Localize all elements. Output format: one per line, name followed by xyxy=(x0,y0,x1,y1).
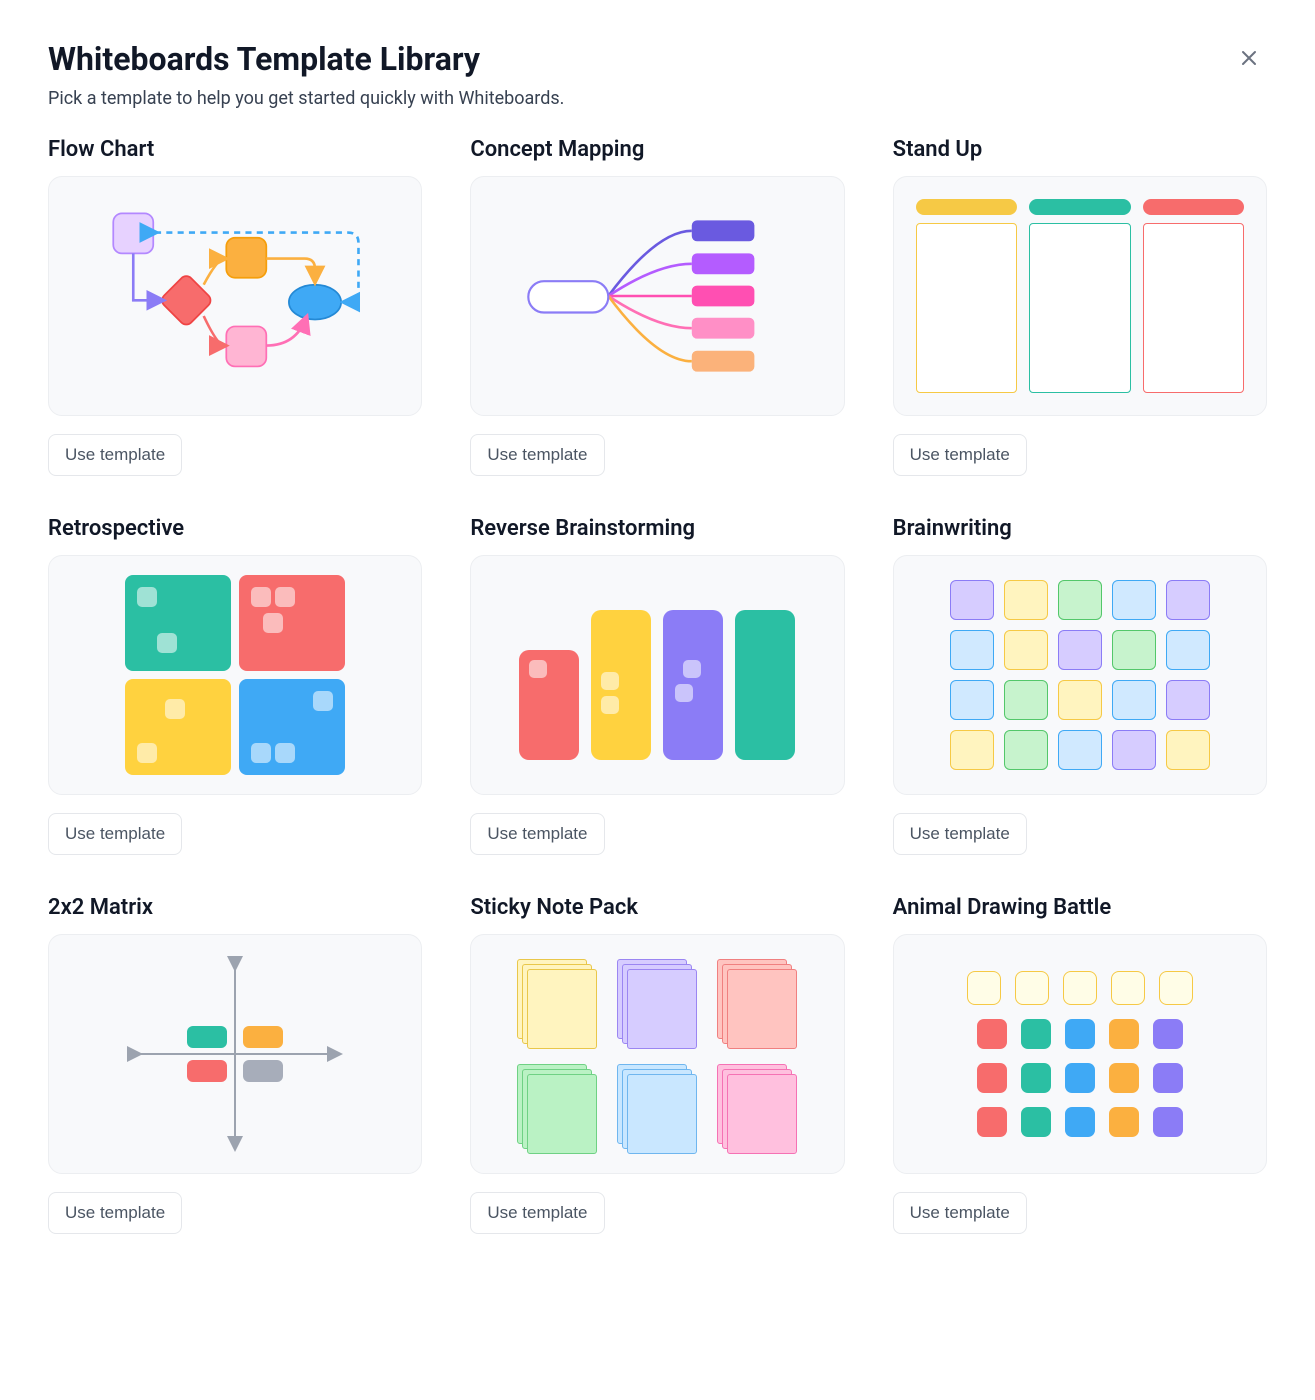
use-template-button[interactable]: Use template xyxy=(893,434,1027,476)
use-template-button[interactable]: Use template xyxy=(48,434,182,476)
concept-mapping-icon xyxy=(507,196,807,396)
template-card-concept-mapping: Concept Mapping Use template xyxy=(470,137,844,476)
template-card-stand-up: Stand Up Use template xyxy=(893,137,1267,476)
template-title: Reverse Brainstorming xyxy=(470,516,844,541)
template-title: Retrospective xyxy=(48,516,422,541)
reverse-brainstorming-icon xyxy=(519,590,795,760)
modal-title: Whiteboards Template Library xyxy=(48,40,564,78)
use-template-button[interactable]: Use template xyxy=(48,813,182,855)
template-preview xyxy=(470,176,844,416)
template-title: Brainwriting xyxy=(893,516,1267,541)
template-library-modal: Whiteboards Template Library Pick a temp… xyxy=(0,0,1315,1274)
use-template-button[interactable]: Use template xyxy=(893,813,1027,855)
template-title: Sticky Note Pack xyxy=(470,895,844,920)
template-preview xyxy=(470,555,844,795)
template-card-reverse-brainstorming: Reverse Brainstorming Use template xyxy=(470,516,844,855)
template-card-sticky-note-pack: Sticky Note Pack Use template xyxy=(470,895,844,1234)
flow-chart-icon xyxy=(85,196,385,396)
template-preview xyxy=(48,176,422,416)
template-title: Stand Up xyxy=(893,137,1267,162)
use-template-button[interactable]: Use template xyxy=(893,1192,1027,1234)
template-preview xyxy=(470,934,844,1174)
template-title: Animal Drawing Battle xyxy=(893,895,1267,920)
template-preview xyxy=(48,934,422,1174)
use-template-button[interactable]: Use template xyxy=(48,1192,182,1234)
template-preview xyxy=(893,176,1267,416)
template-title: 2x2 Matrix xyxy=(48,895,422,920)
template-title: Concept Mapping xyxy=(470,137,844,162)
template-card-retrospective: Retrospective Use template xyxy=(48,516,422,855)
close-button[interactable] xyxy=(1231,40,1267,79)
template-card-brainwriting: Brainwriting xyxy=(893,516,1267,855)
template-preview xyxy=(893,934,1267,1174)
use-template-button[interactable]: Use template xyxy=(470,1192,604,1234)
template-title: Flow Chart xyxy=(48,137,422,162)
template-preview xyxy=(893,555,1267,795)
brainwriting-icon xyxy=(950,580,1210,770)
close-icon xyxy=(1237,58,1261,73)
stand-up-icon xyxy=(894,177,1266,415)
use-template-button[interactable]: Use template xyxy=(470,813,604,855)
template-card-flow-chart: Flow Chart xyxy=(48,137,422,476)
2x2-matrix-icon xyxy=(115,944,355,1164)
templates-grid: Flow Chart xyxy=(48,137,1267,1234)
modal-subtitle: Pick a template to help you get started … xyxy=(48,88,564,109)
use-template-button[interactable]: Use template xyxy=(470,434,604,476)
modal-header: Whiteboards Template Library Pick a temp… xyxy=(48,40,1267,137)
template-preview xyxy=(48,555,422,795)
template-card-animal-drawing-battle: Animal Drawing Battle Use template xyxy=(893,895,1267,1234)
sticky-note-pack-icon xyxy=(517,959,797,1149)
retrospective-icon xyxy=(125,575,345,775)
template-card-2x2-matrix: 2x2 Matrix Use template xyxy=(48,895,422,1234)
animal-drawing-battle-icon xyxy=(967,971,1193,1137)
